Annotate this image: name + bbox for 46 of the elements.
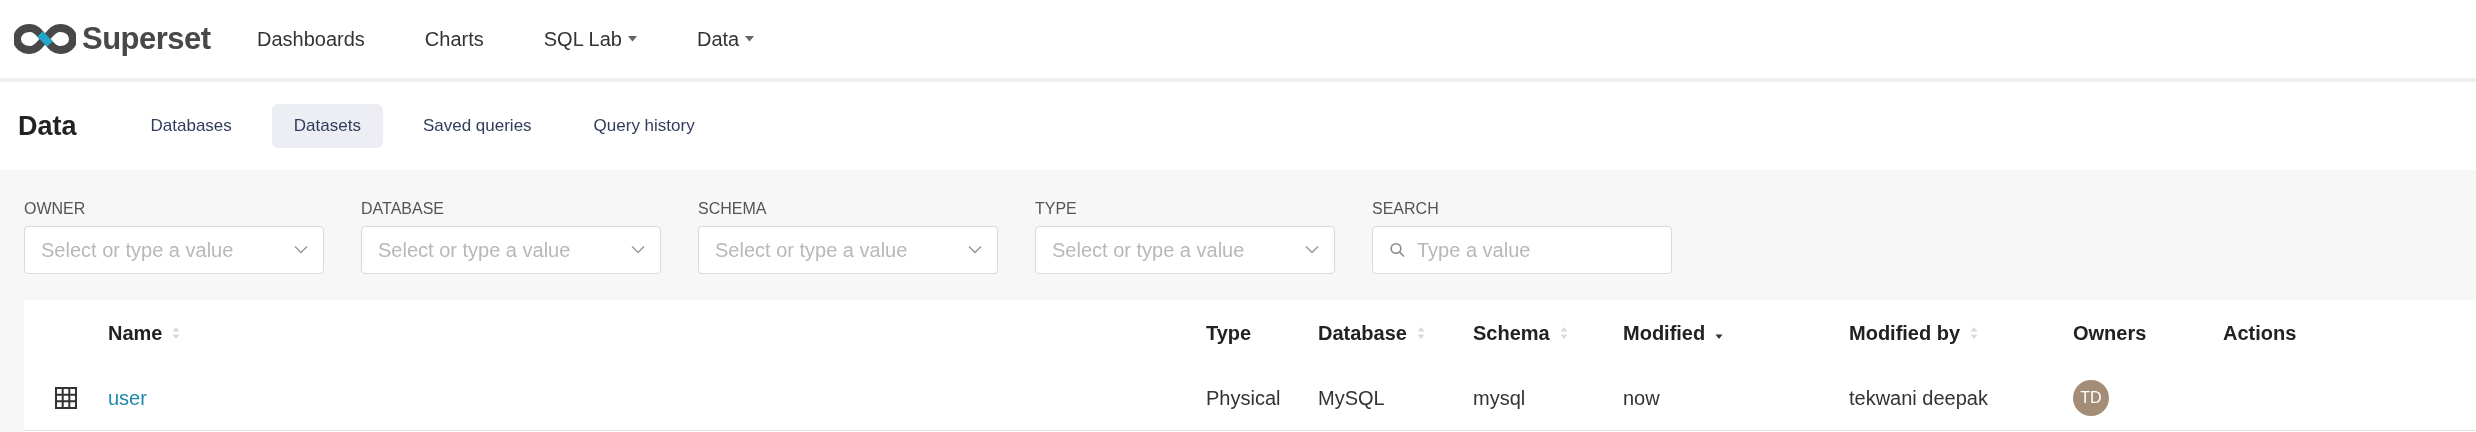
page-title: Data [18,110,77,142]
nav-item[interactable]: Charts [424,27,484,51]
column-header: Database [1318,321,1407,345]
column-header: Modified [1623,321,1706,345]
select-field[interactable]: Select or type a value [698,226,998,274]
select-field[interactable]: Select or type a value [24,226,324,274]
column-header: Name [108,321,163,345]
filter-label: DATABASE [361,200,444,218]
owner-avatar: TD [2073,380,2109,416]
dataset-link[interactable]: user [108,386,147,410]
tab[interactable]: Saved queries [400,104,554,148]
search-icon [1390,242,1405,258]
tab[interactable]: Databases [128,104,254,148]
table-cell: MySQL [1318,386,1385,410]
column-header: Owners [2073,321,2147,345]
column-header: Modified by [1849,321,1961,345]
logo-icon [14,23,76,55]
nav-item[interactable]: Data [696,27,755,51]
column-header: Schema [1473,321,1550,345]
filter-label: TYPE [1035,200,1077,218]
brand-name: Superset [82,21,211,57]
table-icon [55,387,77,409]
chevron-down-icon [968,245,982,255]
filter-label: SEARCH [1372,200,1439,218]
filter-label: SCHEMA [698,200,767,218]
table-cell: now [1623,386,1660,410]
chevron-down-icon [1305,245,1319,255]
table-cell: mysql [1473,386,1526,410]
sort-icon[interactable] [1970,326,1979,340]
table-cell: tekwani deepak [1849,386,1988,410]
chevron-down-icon [294,245,308,255]
column-header: Type [1206,321,1252,345]
select-field[interactable]: Select or type a value [1035,226,1335,274]
sort-icon[interactable] [172,326,181,340]
column-header: Actions [2223,321,2297,345]
tab[interactable]: Datasets [271,104,383,148]
search-field[interactable]: Type a value [1372,226,1672,274]
nav-item[interactable]: Dashboards [257,27,365,51]
sort-icon[interactable] [1416,326,1425,340]
table-cell: Physical [1206,386,1281,410]
select-field[interactable]: Select or type a value [361,226,661,274]
nav-item[interactable]: SQL Lab [543,27,637,51]
tab[interactable]: Query history [571,104,717,148]
filter-label: OWNER [24,200,86,218]
chevron-down-icon [631,245,645,255]
sort-icon[interactable] [1559,326,1568,340]
